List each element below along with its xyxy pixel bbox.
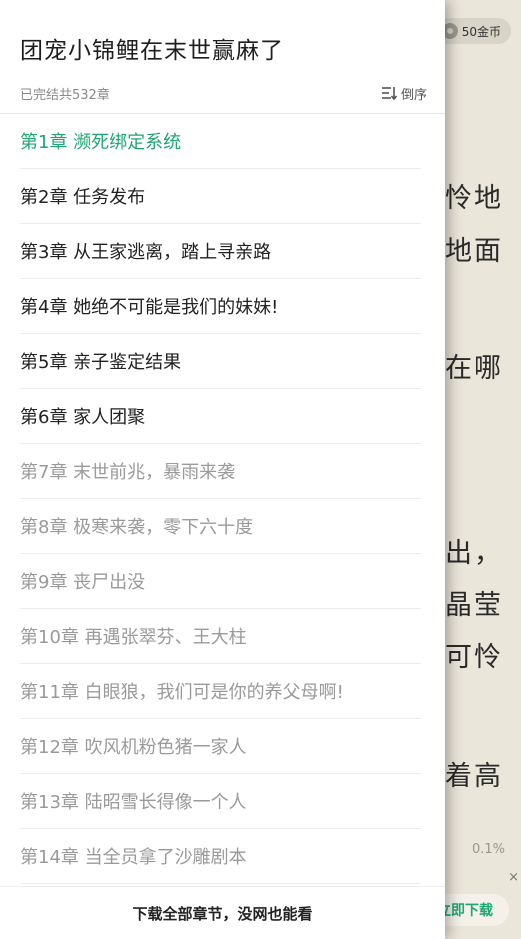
reader-text-line: 着高 [445,761,503,792]
sort-order-button[interactable]: 倒序 [381,84,427,103]
chapter-item[interactable]: 第10章 再遇张翠芬、王大柱 [20,609,421,664]
chapter-list[interactable]: 第1章 濒死绑定系统 第2章 任务发布 第3章 从王家逃离，踏上寻亲路 第4章 她绝不… [0,114,445,886]
chapter-item[interactable]: 第9章 丧尸出没 [20,554,421,609]
download-all-chapters-button[interactable]: 下载全部章节，没网也能看 [0,887,445,939]
book-title: 团宠小锦鲤在末世赢麻了 [20,38,284,64]
reader-text-line: 在哪 [445,353,503,384]
ad-close-icon[interactable]: × [508,870,519,885]
reader-text-line: 晶莹 [445,590,503,621]
chapter-item[interactable]: 第4章 她绝不可能是我们的妹妹! [20,279,421,334]
chapter-item[interactable]: 第6章 家人团聚 [20,389,421,444]
chapter-item[interactable]: 第14章 当全员拿了沙雕剧本 [20,829,421,884]
chapter-item[interactable]: 第5章 亲子鉴定结果 [20,334,421,389]
catalog-meta-row: 已完结共532章 倒序 [20,82,427,104]
book-status: 已完结共532章 [20,87,110,103]
chapter-drawer: 团宠小锦鲤在末世赢麻了 已完结共532章 倒序 第1章 濒死绑定系统 第2章 任务… [0,0,445,939]
coin-balance-badge[interactable]: 50金币 [435,18,511,44]
chapter-item[interactable]: 第8章 极寒来袭，零下六十度 [20,499,421,554]
chapter-item[interactable]: 第11章 白眼狼，我们可是你的养父母啊! [20,664,421,719]
reader-text-line: 怜地 [445,183,503,214]
reader-text-line: 地面 [445,236,503,267]
chapter-item[interactable]: 第7章 末世前兆，暴雨来袭 [20,444,421,499]
chapter-item[interactable]: 第3章 从王家逃离，踏上寻亲路 [20,224,421,279]
coin-balance-label: 50金币 [461,24,501,39]
chapter-item[interactable]: 第13章 陆昭雪长得像一个人 [20,774,421,829]
reader-text-line: 可怜 [445,642,503,673]
chapter-item[interactable]: 第2章 任务发布 [20,169,421,224]
chapter-item[interactable]: 第1章 濒死绑定系统 [20,114,421,169]
chapter-item[interactable]: 第12章 吹风机粉色猪一家人 [20,719,421,774]
reading-progress: 0.1% [471,842,505,857]
sort-order-label: 倒序 [400,87,427,103]
sort-icon [381,87,397,100]
